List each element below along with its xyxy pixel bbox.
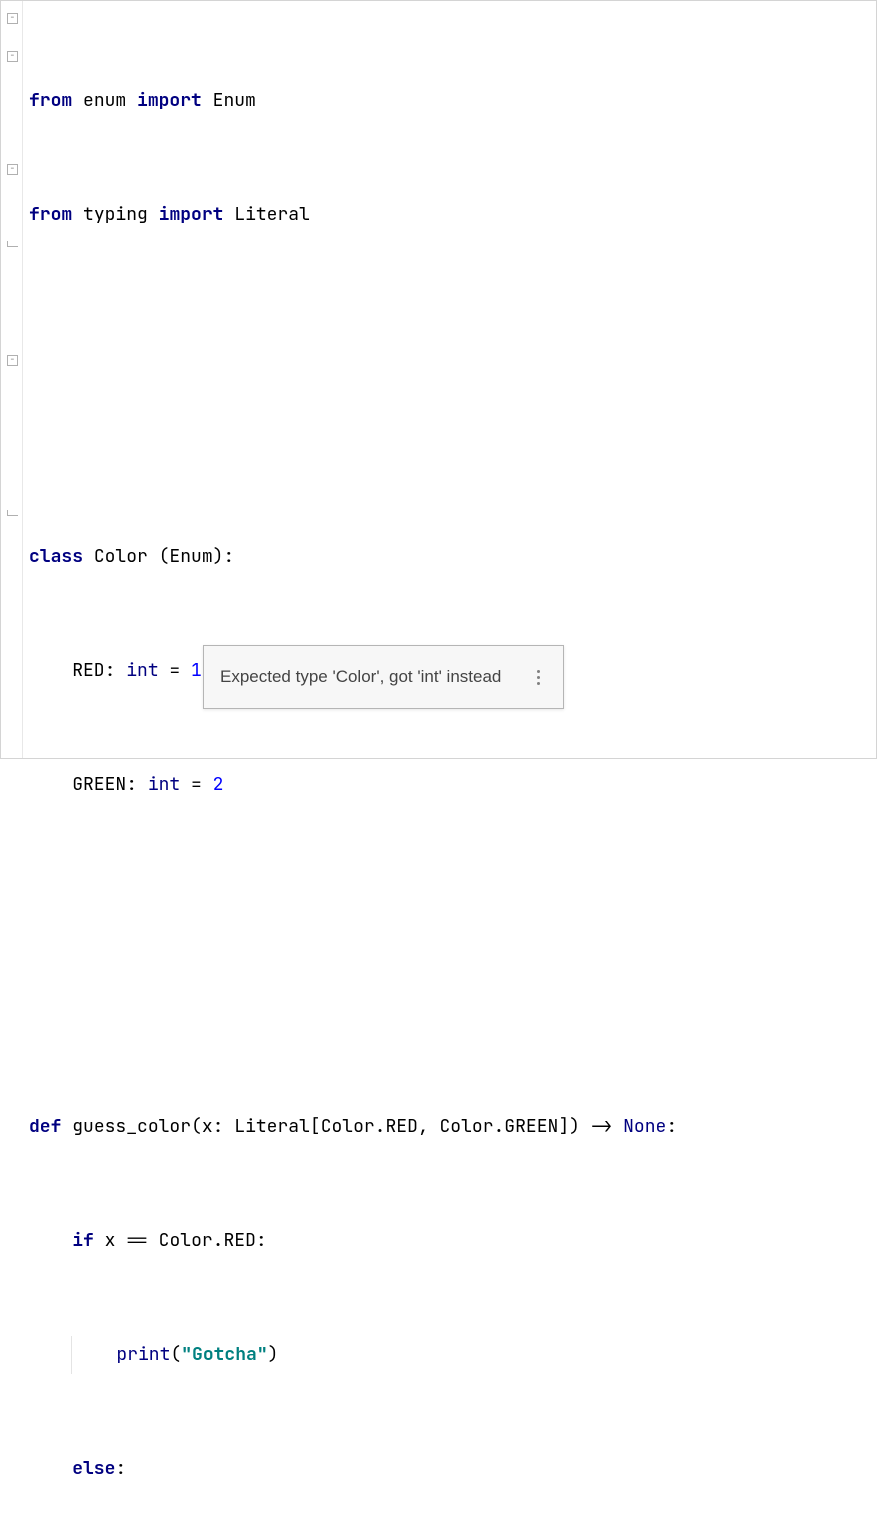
keyword: class (29, 545, 83, 568)
keyword: import (137, 89, 202, 112)
fold-marker-icon[interactable] (7, 164, 18, 175)
base-class: Enum (169, 545, 212, 568)
type-name: Literal (234, 1115, 310, 1138)
member-name: GREEN (72, 773, 126, 796)
code-line[interactable]: GREEN: int = 2 (29, 766, 870, 804)
builtin-fn: print (116, 1343, 170, 1366)
code-line[interactable] (29, 310, 870, 348)
code-line[interactable]: if x == Color.RED: (29, 1222, 870, 1260)
code-line[interactable]: print("Gotcha") (29, 1336, 870, 1374)
number-literal: 2 (213, 773, 224, 796)
import-name: Literal (234, 203, 310, 226)
type-error-tooltip: Expected type 'Color', got 'int' instead (203, 645, 564, 709)
type-name: int (148, 773, 180, 796)
keyword: from (29, 89, 72, 112)
return-type: None (623, 1115, 666, 1138)
code-line[interactable]: from typing import Literal (29, 196, 870, 234)
code-line[interactable] (29, 994, 870, 1032)
literal-value: Color.RED (321, 1115, 418, 1138)
expression: Color.RED (159, 1229, 256, 1252)
variable: x (105, 1229, 116, 1252)
code-line[interactable]: class Color (Enum): (29, 538, 870, 576)
function-name: guess_color (72, 1115, 191, 1138)
gutter (1, 1, 23, 758)
class-name: Color (94, 545, 148, 568)
import-name: Enum (213, 89, 256, 112)
fold-marker-icon[interactable] (7, 355, 18, 366)
fold-marker-icon[interactable] (7, 13, 18, 24)
keyword: import (159, 203, 224, 226)
more-actions-icon[interactable] (529, 670, 547, 685)
keyword: def (29, 1115, 61, 1138)
operator: == (126, 1229, 148, 1252)
code-line[interactable]: def guess_color(x: Literal[Color.RED, Co… (29, 1108, 870, 1146)
code-editor[interactable]: from enum import Enum from typing import… (1, 1, 876, 758)
code-line[interactable]: from enum import Enum (29, 82, 870, 120)
tooltip-message: Expected type 'Color', got 'int' instead (220, 658, 501, 696)
code-area[interactable]: from enum import Enum from typing import… (23, 1, 876, 758)
module-name: enum (83, 89, 126, 112)
module-name: typing (83, 203, 148, 226)
number-literal: 1 (191, 659, 202, 682)
type-name: int (126, 659, 158, 682)
keyword: from (29, 203, 72, 226)
param-name: x (202, 1115, 213, 1138)
member-name: RED (72, 659, 104, 682)
keyword: else (72, 1457, 115, 1480)
fold-marker-icon[interactable] (7, 51, 18, 62)
code-line[interactable] (29, 880, 870, 918)
fold-end-icon (7, 510, 18, 516)
fold-end-icon (7, 241, 18, 247)
code-line[interactable]: else: (29, 1450, 870, 1488)
string-literal: "Gotcha" (181, 1343, 267, 1366)
code-line[interactable] (29, 424, 870, 462)
keyword: if (72, 1229, 94, 1252)
literal-value: Color.GREEN (440, 1115, 559, 1138)
